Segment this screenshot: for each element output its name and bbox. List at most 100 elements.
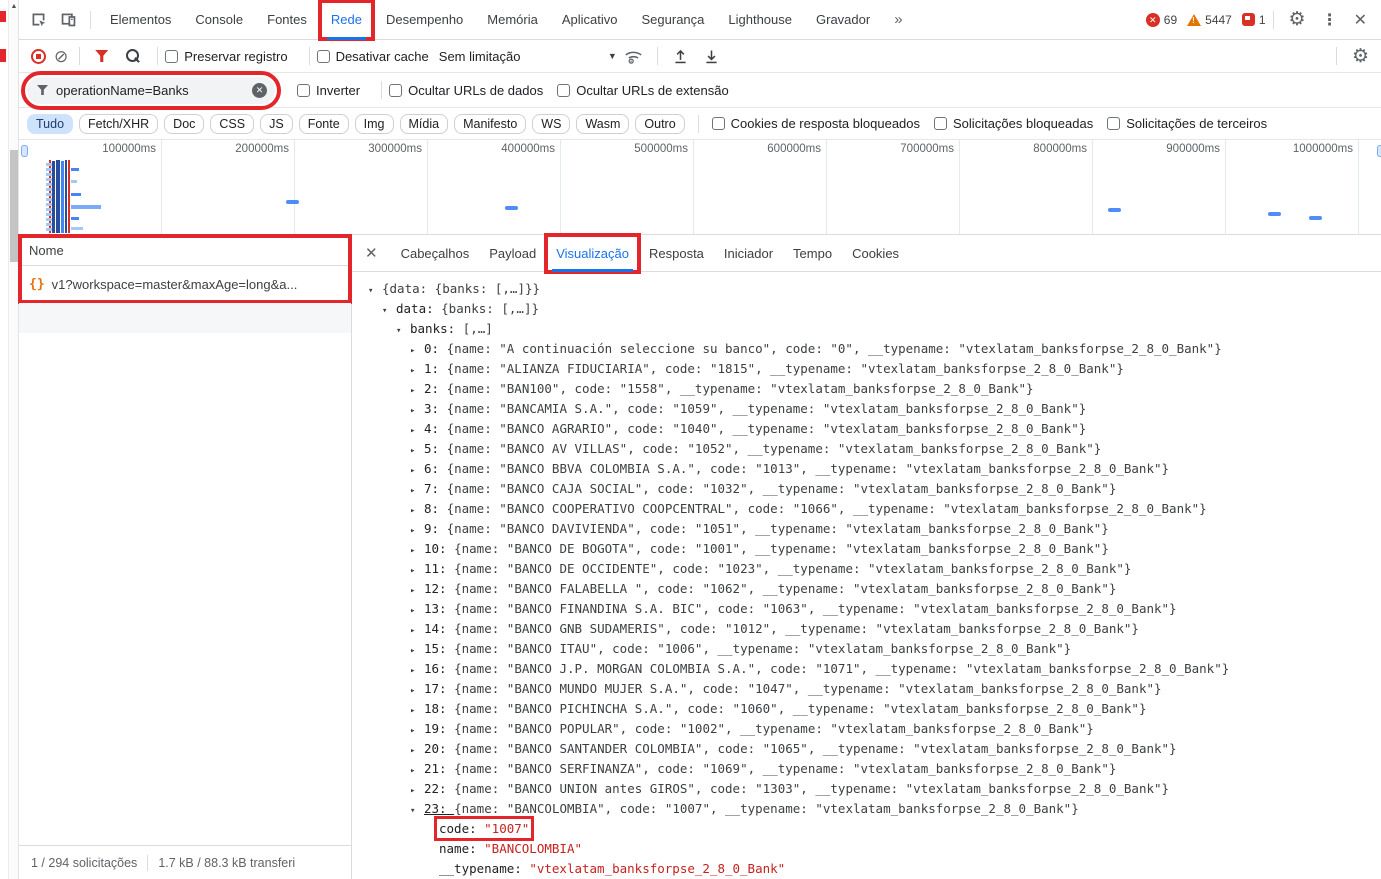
expand-arrow-icon[interactable]: ▸ xyxy=(410,621,424,641)
clear-network-log-icon[interactable]: ⊘ xyxy=(54,49,68,64)
kebab-menu-icon[interactable]: ⋮ xyxy=(1314,10,1346,30)
bank-item-row[interactable]: ▸17: {name: "BANCO MUNDO MUJER S.A.", co… xyxy=(368,679,1381,699)
bank-field-row[interactable]: __typename: "vtexlatam_banksforpse_2_8_0… xyxy=(368,859,1381,879)
chip-manifesto[interactable]: Manifesto xyxy=(454,114,526,134)
detail-tab-cabe-alhos[interactable]: Cabeçalhos xyxy=(391,235,480,272)
import-har-icon[interactable] xyxy=(665,48,696,65)
filter-toggle-icon[interactable] xyxy=(95,50,108,62)
throttling-select[interactable]: Sem limitação ▼ xyxy=(439,49,617,64)
chip-js[interactable]: JS xyxy=(260,114,293,134)
bank-item-row[interactable]: ▸5: {name: "BANCO AV VILLAS", code: "105… xyxy=(368,439,1381,459)
expand-arrow-icon[interactable]: ▸ xyxy=(410,461,424,481)
expand-arrow-icon[interactable]: ▸ xyxy=(410,441,424,461)
record-network-log-icon[interactable] xyxy=(31,49,46,64)
bank-item-row[interactable]: ▸16: {name: "BANCO J.P. MORGAN COLOMBIA … xyxy=(368,659,1381,679)
scroll-up-arrow-icon[interactable]: ▲ xyxy=(9,3,19,10)
expand-arrow-icon[interactable]: ▸ xyxy=(410,601,424,621)
expand-arrow-icon[interactable]: ▸ xyxy=(410,741,424,761)
bank-item-row[interactable]: ▸4: {name: "BANCO AGRARIO", code: "1040"… xyxy=(368,419,1381,439)
bank-item-row[interactable]: ▸3: {name: "BANCAMIA S.A.", code: "1059"… xyxy=(368,399,1381,419)
bank-field-row[interactable]: code: "1007" xyxy=(368,819,1381,839)
detail-tab-payload[interactable]: Payload xyxy=(479,235,546,272)
bank-item-row[interactable]: ▾23: {name: "BANCOLOMBIA", code: "1007",… xyxy=(368,799,1381,819)
bank-item-row[interactable]: ▸21: {name: "BANCO SERFINANZA", code: "1… xyxy=(368,759,1381,779)
expand-arrow-icon[interactable]: ▸ xyxy=(410,581,424,601)
tab-aplicativo[interactable]: Aplicativo xyxy=(550,0,630,40)
expand-arrow-icon[interactable]: ▸ xyxy=(410,501,424,521)
issues-badge[interactable]: 1 xyxy=(1242,13,1266,27)
more-tabs-icon[interactable]: » xyxy=(882,11,914,28)
expand-arrow-icon[interactable]: ▸ xyxy=(410,641,424,661)
collapse-arrow-icon[interactable]: ▾ xyxy=(368,281,382,301)
detail-tab-tempo[interactable]: Tempo xyxy=(783,235,842,272)
clear-filter-icon[interactable]: ✕ xyxy=(252,83,267,98)
tab-rede[interactable]: Rede xyxy=(319,0,374,40)
close-devtools-icon[interactable]: ✕ xyxy=(1346,10,1381,30)
bank-item-row[interactable]: ▸2: {name: "BAN100", code: "1558", __typ… xyxy=(368,379,1381,399)
tab-gravador[interactable]: Gravador xyxy=(804,0,882,40)
bank-item-row[interactable]: ▸22: {name: "BANCO UNION antes GIROS", c… xyxy=(368,779,1381,799)
expand-arrow-icon[interactable]: ▸ xyxy=(410,661,424,681)
tab-fontes[interactable]: Fontes xyxy=(255,0,319,40)
expand-arrow-icon[interactable]: ▸ xyxy=(410,541,424,561)
scrollbar-thumb[interactable] xyxy=(10,150,18,262)
bank-item-row[interactable]: ▸15: {name: "BANCO ITAU", code: "1006", … xyxy=(368,639,1381,659)
bank-item-row[interactable]: ▸8: {name: "BANCO COOPERATIVO COOPCENTRA… xyxy=(368,499,1381,519)
expand-arrow-icon[interactable]: ▸ xyxy=(410,421,424,441)
tree-data-row[interactable]: ▾data: {banks: [,…]} xyxy=(368,299,1381,319)
chip-outro[interactable]: Outro xyxy=(635,114,684,134)
detail-tab-resposta[interactable]: Resposta xyxy=(639,235,714,272)
network-settings-gear-icon[interactable]: ⚙ xyxy=(1344,45,1381,68)
expand-arrow-icon[interactable]: ▸ xyxy=(410,721,424,741)
expand-arrow-icon[interactable]: ▸ xyxy=(410,701,424,721)
device-toolbar-icon[interactable] xyxy=(53,6,83,34)
bank-field-row[interactable]: name: "BANCOLOMBIA" xyxy=(368,839,1381,859)
bank-item-row[interactable]: ▸0: {name: "A continuación seleccione su… xyxy=(368,339,1381,359)
chip-tudo[interactable]: Tudo xyxy=(27,114,73,134)
bank-item-row[interactable]: ▸12: {name: "BANCO FALABELLA ", code: "1… xyxy=(368,579,1381,599)
bank-item-row[interactable]: ▸11: {name: "BANCO DE OCCIDENTE", code: … xyxy=(368,559,1381,579)
checkbox-solicita-es-bloqueadas[interactable]: Solicitações bloqueadas xyxy=(934,116,1093,131)
detail-tab-visualiza-o[interactable]: Visualização xyxy=(546,235,639,272)
hide-data-urls-checkbox[interactable]: Ocultar URLs de dados xyxy=(389,83,543,98)
network-conditions-icon[interactable] xyxy=(617,48,650,65)
chip-m-dia[interactable]: Mídia xyxy=(400,114,449,134)
page-scrollbar[interactable]: ▲ xyxy=(8,0,18,879)
bank-item-row[interactable]: ▸9: {name: "BANCO DAVIVIENDA", code: "10… xyxy=(368,519,1381,539)
checkbox-cookies-de-resposta-bloqueados[interactable]: Cookies de resposta bloqueados xyxy=(712,116,920,131)
expand-arrow-icon[interactable]: ▸ xyxy=(410,361,424,381)
bank-item-row[interactable]: ▸14: {name: "BANCO GNB SUDAMERIS", code:… xyxy=(368,619,1381,639)
chip-fonte[interactable]: Fonte xyxy=(299,114,349,134)
request-row[interactable]: {} v1?workspace=master&maxAge=long&a... xyxy=(19,266,351,303)
search-icon[interactable] xyxy=(126,49,140,63)
close-details-icon[interactable]: ✕ xyxy=(352,244,391,262)
chip-ws[interactable]: WS xyxy=(532,114,570,134)
chip-img[interactable]: Img xyxy=(355,114,394,134)
timeline-right-handle[interactable] xyxy=(1377,145,1381,157)
expand-arrow-icon[interactable]: ▸ xyxy=(410,481,424,501)
invert-filter-checkbox[interactable]: Inverter xyxy=(297,83,360,98)
chip-fetch-xhr[interactable]: Fetch/XHR xyxy=(79,114,158,134)
bank-item-row[interactable]: ▸1: {name: "ALIANZA FIDUCIARIA", code: "… xyxy=(368,359,1381,379)
tab-memória[interactable]: Memória xyxy=(475,0,550,40)
tree-banks-row[interactable]: ▾banks: [,…] xyxy=(368,319,1381,339)
expand-arrow-icon[interactable]: ▸ xyxy=(410,341,424,361)
export-har-icon[interactable] xyxy=(696,48,727,65)
detail-tab-iniciador[interactable]: Iniciador xyxy=(714,235,783,272)
expand-arrow-icon[interactable]: ▸ xyxy=(410,521,424,541)
chip-wasm[interactable]: Wasm xyxy=(576,114,629,134)
expand-arrow-icon[interactable]: ▸ xyxy=(410,561,424,581)
expand-arrow-icon[interactable]: ▸ xyxy=(410,381,424,401)
expand-arrow-icon[interactable]: ▸ xyxy=(410,681,424,701)
tree-root-row[interactable]: ▾{data: {banks: [,…]}} xyxy=(368,279,1381,299)
tab-segurança[interactable]: Segurança xyxy=(630,0,717,40)
expand-arrow-icon[interactable]: ▸ xyxy=(410,401,424,421)
settings-gear-icon[interactable]: ⚙ xyxy=(1281,8,1314,31)
requests-name-column-header[interactable]: Nome xyxy=(19,235,351,266)
chip-doc[interactable]: Doc xyxy=(164,114,204,134)
tab-lighthouse[interactable]: Lighthouse xyxy=(716,0,804,40)
bank-item-row[interactable]: ▸10: {name: "BANCO DE BOGOTA", code: "10… xyxy=(368,539,1381,559)
hide-extension-urls-checkbox[interactable]: Ocultar URLs de extensão xyxy=(557,83,728,98)
disable-cache-checkbox[interactable]: Desativar cache xyxy=(317,49,429,64)
bank-item-row[interactable]: ▸13: {name: "BANCO FINANDINA S.A. BIC", … xyxy=(368,599,1381,619)
